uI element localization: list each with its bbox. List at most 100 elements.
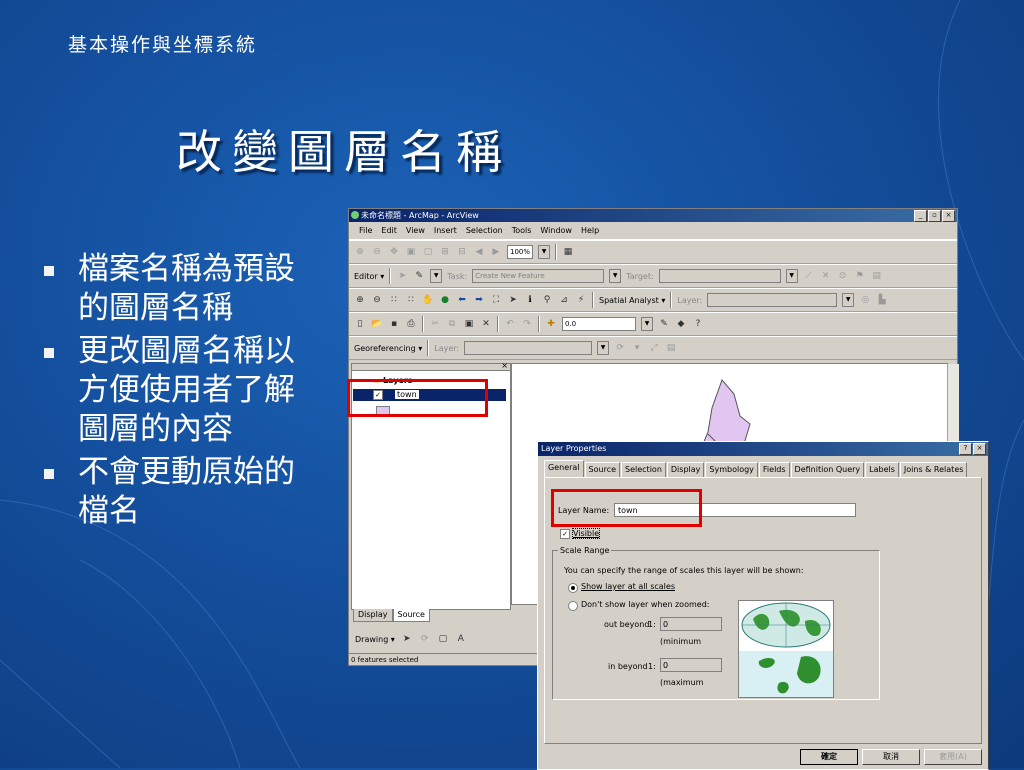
select-elements-icon[interactable]: ➤	[507, 294, 519, 306]
attributes-icon[interactable]: ⊙	[837, 270, 849, 282]
measure-icon[interactable]: ⊿	[558, 294, 570, 306]
show-all-scales-label[interactable]: Show layer at all scales	[581, 582, 675, 591]
zoom-percent-field[interactable]: 100%	[507, 245, 533, 259]
histogram-icon[interactable]: ▙	[876, 294, 888, 306]
rectangle-icon[interactable]: ▢	[437, 633, 449, 645]
new-text-icon[interactable]: A	[455, 633, 467, 645]
split-tool-icon[interactable]: ⟋	[803, 270, 815, 282]
rotate-tool-icon[interactable]: ✕	[820, 270, 832, 282]
menu-view[interactable]: View	[406, 226, 425, 235]
save-icon[interactable]: ▪	[388, 318, 400, 330]
rotate-icon[interactable]: ⟳	[614, 342, 626, 354]
select-elements-draw-icon[interactable]: ➤	[401, 633, 413, 645]
map-scale-field[interactable]: 0.0	[562, 317, 636, 331]
full-extent-icon[interactable]: ●	[439, 294, 451, 306]
minimize-button[interactable]: _	[914, 210, 927, 222]
pan-icon[interactable]: ✋	[422, 294, 434, 306]
undo-icon[interactable]: ↶	[504, 318, 516, 330]
previous-extent-icon[interactable]: ⬅	[456, 294, 468, 306]
task-dropdown[interactable]: ▼	[609, 269, 622, 283]
menu-tools[interactable]: Tools	[512, 226, 532, 235]
sketch-tool-icon[interactable]: ✎	[413, 270, 425, 282]
cancel-button[interactable]: 取消	[862, 749, 920, 765]
shift-icon[interactable]: ▾	[631, 342, 643, 354]
toggle-draft-mode-icon[interactable]: ▦	[562, 246, 574, 258]
dialog-help-button[interactable]: ?	[959, 443, 972, 455]
tab-labels[interactable]: Labels	[865, 462, 899, 477]
menu-insert[interactable]: Insert	[434, 226, 457, 235]
next-extent-icon[interactable]: ➡	[473, 294, 485, 306]
zoom-percent-dropdown[interactable]: ▼	[538, 245, 550, 259]
back-extent-icon[interactable]: ◀	[473, 246, 485, 258]
identify-icon[interactable]: ℹ	[524, 294, 536, 306]
menu-selection[interactable]: Selection	[466, 226, 503, 235]
paste-icon[interactable]: ▣	[463, 318, 475, 330]
sketch-properties-icon[interactable]: ⚑	[854, 270, 866, 282]
fixed-zoom-out-icon[interactable]: ⊟	[456, 246, 468, 258]
open-icon[interactable]: 📂	[371, 318, 383, 330]
menu-window[interactable]: Window	[540, 226, 572, 235]
spatial-analyst-menu[interactable]: Spatial Analyst ▾	[599, 296, 665, 305]
arccatalog-icon[interactable]: ◆	[675, 318, 687, 330]
tab-source[interactable]: Source	[584, 462, 621, 477]
zoom-in-page-icon[interactable]: ⊕	[354, 246, 366, 258]
map-scale-dropdown[interactable]: ▼	[641, 317, 653, 331]
editor-menu[interactable]: Editor ▾	[354, 272, 384, 281]
add-data-icon[interactable]: ✚	[545, 318, 557, 330]
tab-symbology[interactable]: Symbology	[705, 462, 758, 477]
zoom-whole-page-icon[interactable]: ▣	[405, 246, 417, 258]
spatial-layer-dropdown[interactable]: ▼	[842, 293, 855, 307]
in-beyond-input[interactable]: 0	[660, 658, 722, 672]
rotate-element-icon[interactable]: ⟳	[419, 633, 431, 645]
tab-fields[interactable]: Fields	[758, 462, 790, 477]
sketch-tool-dropdown[interactable]: ▼	[430, 269, 443, 283]
georef-layer-dropdown[interactable]: ▼	[597, 341, 610, 355]
pan-page-icon[interactable]: ✥	[388, 246, 400, 258]
delete-icon[interactable]: ✕	[480, 318, 492, 330]
link-table-icon[interactable]: ▤	[665, 342, 677, 354]
menu-edit[interactable]: Edit	[381, 226, 397, 235]
editor-toolbar-icon[interactable]: ✎	[658, 318, 670, 330]
forward-extent-icon[interactable]: ▶	[490, 246, 502, 258]
zoom-out-icon[interactable]: ⊖	[371, 294, 383, 306]
zoom-out-page-icon[interactable]: ⊖	[371, 246, 383, 258]
tab-general[interactable]: General	[544, 460, 584, 477]
redo-icon[interactable]: ↷	[521, 318, 533, 330]
georef-layer-select[interactable]	[464, 341, 593, 355]
zoom-100-icon[interactable]: ▢	[422, 246, 434, 258]
task-select[interactable]: Create New Feature	[472, 269, 605, 283]
dialog-close-button[interactable]: ×	[973, 443, 986, 455]
ok-button[interactable]: 確定	[800, 749, 858, 765]
target-select[interactable]	[658, 269, 781, 283]
whats-this-icon[interactable]: ?	[692, 318, 704, 330]
apply-button[interactable]: 套用(A)	[924, 749, 982, 765]
edit-tool-icon[interactable]: ➤	[396, 270, 408, 282]
fixed-zoom-in-icon[interactable]: ⊞	[439, 246, 451, 258]
menu-file[interactable]: File	[359, 226, 372, 235]
tab-selection[interactable]: Selection	[621, 462, 666, 477]
new-document-icon[interactable]: ▯	[354, 318, 366, 330]
dont-show-zoomed-radio[interactable]	[568, 601, 578, 611]
restore-button[interactable]: ▫	[928, 210, 941, 222]
close-button[interactable]: ×	[942, 210, 955, 222]
table-icon[interactable]: ▤	[871, 270, 883, 282]
find-icon[interactable]: ⚲	[541, 294, 553, 306]
tab-joins-relates[interactable]: Joins & Relates	[899, 462, 968, 477]
zoom-in-icon[interactable]: ⊕	[354, 294, 366, 306]
dont-show-zoomed-label[interactable]: Don't show layer when zoomed:	[581, 600, 709, 609]
print-icon[interactable]: ⎙	[405, 318, 417, 330]
contour-icon[interactable]: ◎	[859, 294, 871, 306]
cut-icon[interactable]: ✂	[429, 318, 441, 330]
hyperlink-icon[interactable]: ⚡	[575, 294, 587, 306]
add-control-points-icon[interactable]: ⤢	[648, 342, 660, 354]
copy-icon[interactable]: ⧉	[446, 318, 458, 330]
drawing-menu[interactable]: Drawing ▾	[355, 635, 395, 644]
tab-display[interactable]: Display	[353, 609, 393, 622]
visible-checkbox[interactable]: ✓ Visible	[560, 528, 601, 539]
show-all-scales-radio[interactable]	[568, 583, 578, 593]
out-beyond-input[interactable]: 0	[660, 617, 722, 631]
spatial-layer-select[interactable]	[707, 293, 838, 307]
tab-source[interactable]: Source	[392, 609, 430, 622]
target-dropdown[interactable]: ▼	[785, 269, 798, 283]
georeferencing-menu[interactable]: Georeferencing ▾	[354, 344, 422, 353]
